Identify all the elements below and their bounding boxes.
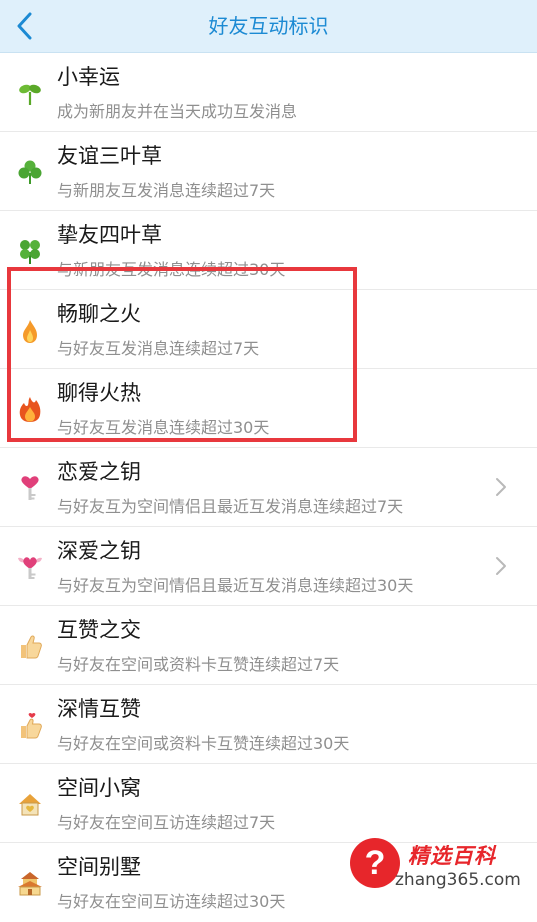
item-description: 与好友在空间或资料卡互赞连续超过7天 <box>57 655 340 674</box>
item-title: 深情互赞 <box>57 697 141 721</box>
chevron-right-icon[interactable] <box>495 477 507 497</box>
item-title: 友谊三叶草 <box>57 144 162 168</box>
villa-icon <box>17 869 43 897</box>
list-item-deep-love-key[interactable]: 深爱之钥 与好友互为空间情侣且最近互发消息连续超过30天 <box>0 527 537 606</box>
list-item-chat-fire[interactable]: 畅聊之火 与好友互发消息连续超过7天 <box>0 290 537 369</box>
item-description: 成为新朋友并在当天成功互发消息 <box>57 102 298 121</box>
item-description: 与好友互发消息连续超过30天 <box>57 418 270 437</box>
navigation-bar: 好友互动标识 <box>0 0 537 53</box>
item-title: 互赞之交 <box>57 618 141 642</box>
four-leaf-clover-icon <box>17 237 43 265</box>
list-item-best-friend-clover[interactable]: 挚友四叶草 与新朋友互发消息连续超过30天 <box>0 211 537 290</box>
list-item-little-luck[interactable]: 小幸运 成为新朋友并在当天成功互发消息 <box>0 53 537 132</box>
list-item-love-key[interactable]: 恋爱之钥 与好友互为空间情侣且最近互发消息连续超过7天 <box>0 448 537 527</box>
thumbs-up-icon <box>17 632 43 660</box>
three-leaf-clover-icon <box>17 158 43 186</box>
sprout-icon <box>17 79 43 107</box>
item-description: 与好友在空间互访连续超过30天 <box>57 892 286 911</box>
page-title: 好友互动标识 <box>208 14 329 38</box>
chevron-right-icon[interactable] <box>495 556 507 576</box>
item-title: 聊得火热 <box>57 381 141 405</box>
item-description: 与新朋友互发消息连续超过30天 <box>57 260 286 279</box>
list-item-hot-chat[interactable]: 聊得火热 与好友互发消息连续超过30天 <box>0 369 537 448</box>
item-description: 与好友互为空间情侣且最近互发消息连续超过7天 <box>57 497 404 516</box>
item-description: 与好友在空间或资料卡互赞连续超过30天 <box>57 734 350 753</box>
heart-thumbs-up-icon <box>17 711 43 739</box>
list-item-friendship-clover[interactable]: 友谊三叶草 与新朋友互发消息连续超过7天 <box>0 132 537 211</box>
item-title: 深爱之钥 <box>57 539 141 563</box>
item-title: 恋爱之钥 <box>57 460 141 484</box>
item-description: 与新朋友互发消息连续超过7天 <box>57 181 276 200</box>
item-title: 畅聊之火 <box>57 302 141 326</box>
item-title: 挚友四叶草 <box>57 223 162 247</box>
interaction-badge-list: 小幸运 成为新朋友并在当天成功互发消息 友谊三叶草 与新朋友互发消息连续超过7天 <box>0 53 537 922</box>
item-description: 与好友互发消息连续超过7天 <box>57 339 260 358</box>
watermark-logo: ? 精选百科 zhang365.com <box>350 834 537 898</box>
big-flame-icon <box>17 395 43 423</box>
item-title: 小幸运 <box>57 65 120 89</box>
small-flame-icon <box>17 316 43 344</box>
winged-heart-key-icon <box>17 553 43 581</box>
question-mark-icon: ? <box>350 838 400 888</box>
list-item-space-nest[interactable]: 空间小窝 与好友在空间互访连续超过7天 <box>0 764 537 843</box>
item-title: 空间别墅 <box>57 855 141 879</box>
list-item-mutual-likes[interactable]: 互赞之交 与好友在空间或资料卡互赞连续超过7天 <box>0 606 537 685</box>
small-house-icon <box>17 790 43 818</box>
watermark-url: zhang365.com <box>395 870 521 890</box>
item-description: 与好友互为空间情侣且最近互发消息连续超过30天 <box>57 576 414 595</box>
watermark-name: 精选百科 <box>408 844 496 868</box>
item-description: 与好友在空间互访连续超过7天 <box>57 813 276 832</box>
list-item-deep-likes[interactable]: 深情互赞 与好友在空间或资料卡互赞连续超过30天 <box>0 685 537 764</box>
item-title: 空间小窝 <box>57 776 141 800</box>
heart-key-icon <box>17 474 43 502</box>
